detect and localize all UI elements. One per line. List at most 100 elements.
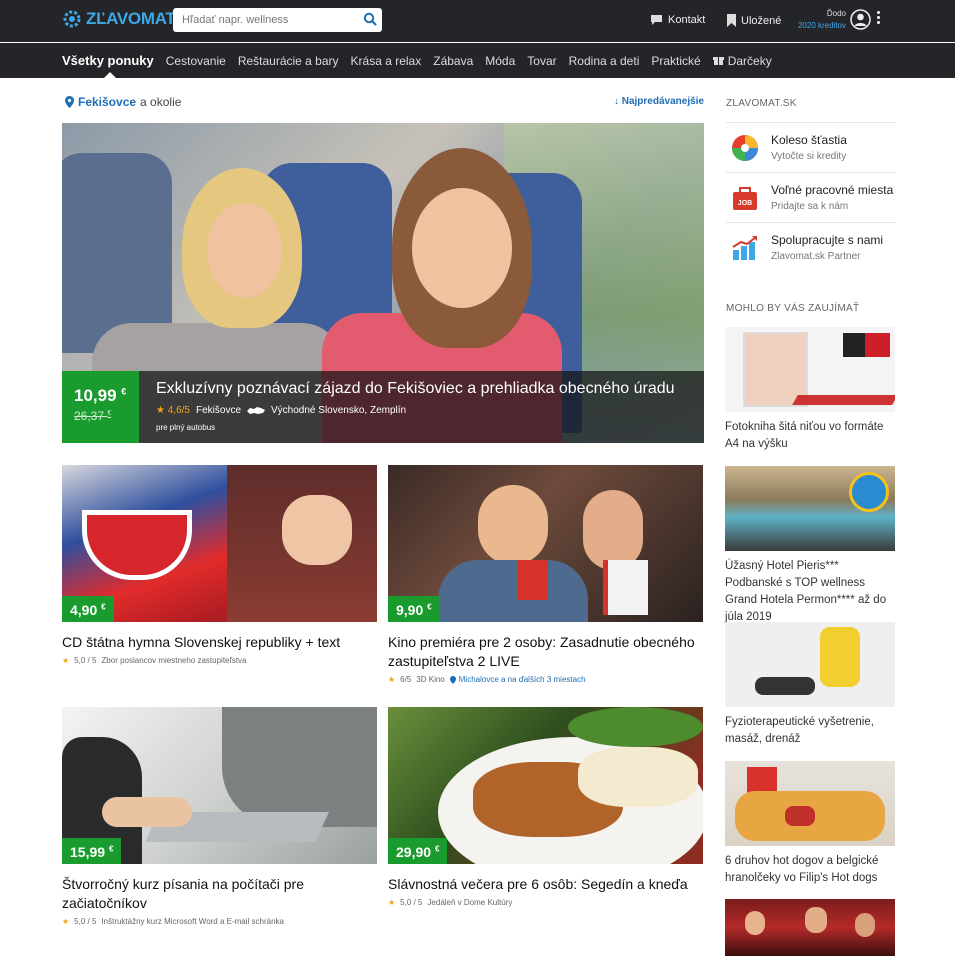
- top-bar: ZĽAVOMAT Kontakt Uložené Ďodo 2020 kredi…: [0, 0, 955, 42]
- category-label: Krása a relax: [350, 53, 422, 68]
- more-menu-icon[interactable]: [877, 11, 883, 26]
- sidebar-ad[interactable]: Fotokniha šitá niťou vo formáte A4 na vý…: [725, 327, 895, 453]
- deal-location[interactable]: Michalovce a na ďalších 3 miestach: [449, 675, 586, 684]
- deal-price: 4,90 €: [62, 596, 114, 622]
- category-item[interactable]: Móda: [485, 53, 515, 68]
- sidebar-ad[interactable]: Úžasný Hotel Pieris*** Podbanské s TOP w…: [725, 466, 895, 626]
- region-map-icon: [247, 407, 266, 414]
- contact-link[interactable]: Kontakt: [650, 14, 705, 26]
- sidebar-ad[interactable]: [725, 899, 895, 956]
- category-all[interactable]: Všetky ponuky: [62, 53, 154, 78]
- category-item[interactable]: Cestovanie: [166, 53, 226, 68]
- deal-meta: ★ 5,0 / 5 Inštruktážny kurz Microsoft Wo…: [62, 917, 377, 926]
- sidebar-ad-image: [725, 327, 895, 412]
- gift-icon: [712, 54, 724, 68]
- hero-price-box: 10,99 € 26,37 €: [62, 371, 139, 443]
- deal-price: 29,90 €: [388, 838, 448, 864]
- deal-title[interactable]: Štvorročný kurz písania na počítači pre …: [62, 875, 377, 913]
- deal-image: 15,99 €: [62, 707, 377, 864]
- sidebar-item-jobs[interactable]: JOB Voľné pracovné miesta Pridajte sa k …: [726, 172, 896, 222]
- job-icon: JOB: [733, 187, 757, 210]
- category-item[interactable]: Krása a relax: [351, 53, 422, 68]
- deal-image: 29,90 €: [388, 707, 703, 864]
- chat-icon: [651, 15, 662, 25]
- hero-caption: 10,99 € 26,37 € Exkluzívny poznávací záj…: [62, 371, 704, 443]
- deal-card[interactable]: 15,99 € Štvorročný kurz písania na počít…: [62, 707, 377, 926]
- sidebar-item-wheel[interactable]: Koleso šťastia Vytočte si kredity: [726, 122, 896, 172]
- saved-link[interactable]: Uložené: [727, 14, 781, 27]
- category-label: Všetky ponuky: [62, 53, 154, 68]
- sidebar-item-title: Koleso šťastia: [771, 133, 847, 147]
- deal-title[interactable]: Slávnostná večera pre 6 osôb: Segedín a …: [388, 875, 703, 894]
- category-label: Darčeky: [727, 53, 772, 68]
- wheel-icon: [732, 135, 758, 161]
- deal-price: 15,99 €: [62, 838, 122, 864]
- deal-meta: ★ 5,0 / 5 Zbor poslancov miestneho zastu…: [62, 656, 377, 665]
- sort-link[interactable]: ↓ Najpredávanejšie: [614, 96, 704, 107]
- logo[interactable]: ZĽAVOMAT: [62, 9, 176, 29]
- hero-deal[interactable]: 10,99 € 26,37 € Exkluzívny poznávací záj…: [62, 123, 704, 443]
- deal-desc: Jedáleň v Dome Kultúry: [427, 898, 513, 907]
- search-input[interactable]: [173, 8, 353, 32]
- category-label: Móda: [485, 53, 516, 68]
- category-item[interactable]: Reštaurácie a bary: [238, 53, 339, 68]
- deal-desc: Inštruktážny kurz Microsoft Word a E-mai…: [101, 917, 284, 926]
- sidebar-heading-related: MOHLO BY VÁS ZAUJÍMAŤ: [726, 303, 860, 314]
- deal-rating: 5,0 / 5: [400, 898, 423, 907]
- deal-title[interactable]: CD štátna hymna Slovenskej republiky + t…: [62, 633, 377, 652]
- category-label: Tovar: [527, 53, 557, 68]
- pin-icon: [449, 675, 456, 684]
- category-item[interactable]: Tovar: [527, 53, 556, 68]
- category-label: Zábava: [433, 53, 474, 68]
- category-bar: Všetky ponuky Cestovanie Reštaurácie a bar…: [0, 43, 955, 78]
- sidebar-item-title: Spolupracujte s nami: [771, 233, 884, 247]
- sidebar-item-title: Voľné pracovné miesta: [771, 183, 894, 197]
- avatar-icon[interactable]: [850, 9, 871, 30]
- hero-title[interactable]: Exkluzívny poznávací zájazd do Fekišovie…: [156, 380, 675, 398]
- deal-card[interactable]: 4,90 € CD štátna hymna Slovenskej republ…: [62, 465, 377, 665]
- category-label: Rodina a deti: [568, 53, 640, 68]
- category-label: Reštaurácie a bary: [237, 53, 339, 68]
- category-item[interactable]: Zábava: [433, 53, 473, 68]
- deal-card[interactable]: 9,90 € Kino premiéra pre 2 osoby: Zasadn…: [388, 465, 703, 684]
- category-item[interactable]: Rodina a deti: [569, 53, 640, 68]
- sidebar-ad-image: [725, 899, 895, 956]
- sidebar-item-sub: Zlavomat.sk Partner: [771, 251, 861, 262]
- sidebar-ad[interactable]: Fyzioterapeutické vyšetrenie, masáž, dre…: [725, 622, 895, 748]
- star-icon: ★: [388, 898, 396, 907]
- hero-rating: ★ 4,6/5: [156, 405, 190, 416]
- bookmark-icon: [727, 14, 736, 27]
- sidebar-ad-image: [725, 761, 895, 846]
- sidebar-item-partner[interactable]: Spolupracujte s nami Zlavomat.sk Partner: [726, 222, 896, 272]
- hero-place: Fekišovce: [196, 405, 242, 416]
- hero-price: 10,99: [74, 386, 117, 405]
- hero-meta: ★ 4,6/5 Fekišovce Východné Slovensko, Ze…: [156, 405, 406, 416]
- deal-title[interactable]: Kino premiéra pre 2 osoby: Zasadnutie ob…: [388, 633, 703, 671]
- contact-label: Kontakt: [668, 14, 706, 26]
- sidebar-ad-image: [725, 622, 895, 707]
- location-city: Fekišovce: [78, 95, 137, 109]
- search-box[interactable]: [173, 8, 382, 32]
- category-item[interactable]: Praktické: [651, 53, 700, 68]
- sidebar-item-sub: Vytočte si kredity: [771, 151, 847, 162]
- logo-icon: [63, 10, 81, 28]
- category-label: Cestovanie: [165, 53, 226, 68]
- deal-meta: ★ 5,0 / 5 Jedáleň v Dome Kultúry: [388, 898, 703, 907]
- user-credits: 2020 kreditov: [797, 21, 846, 30]
- user-info[interactable]: Ďodo 2020 kreditov: [796, 9, 846, 30]
- svg-text:JOB: JOB: [738, 200, 752, 207]
- deal-meta: ★ 6/5 3D Kino Michalovce a na ďalších 3 …: [388, 675, 703, 684]
- sidebar-ad[interactable]: 6 druhov hot dogov a belgické hranolčeky…: [725, 761, 895, 887]
- hero-old-price: 26,37: [74, 409, 105, 423]
- pin-icon: [65, 96, 74, 108]
- deal-rating: 6/5: [400, 675, 412, 684]
- deal-desc: Zbor poslancov miestneho zastupiteľstva: [101, 656, 247, 665]
- sidebar-ad-text: Úžasný Hotel Pieris*** Podbanské s TOP w…: [725, 560, 887, 623]
- search-icon[interactable]: [363, 12, 377, 26]
- sidebar-ad-text: Fyzioterapeutické vyšetrenie, masáž, dre…: [725, 716, 874, 745]
- location-selector[interactable]: Fekišovce a okolie: [65, 95, 181, 109]
- deal-card[interactable]: 29,90 € Slávnostná večera pre 6 osôb: Se…: [388, 707, 703, 907]
- saved-label: Uložené: [741, 14, 782, 27]
- category-item[interactable]: Darčeky: [712, 53, 772, 68]
- star-icon: ★: [62, 917, 70, 926]
